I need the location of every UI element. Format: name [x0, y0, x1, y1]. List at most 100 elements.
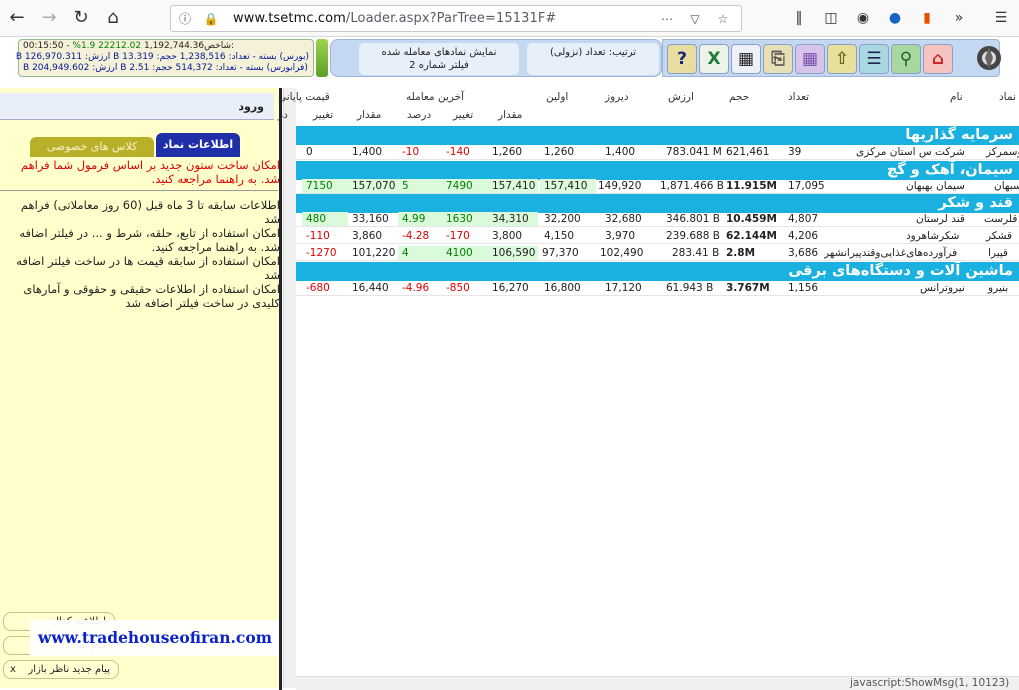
news-price-history: امکان استفاده از سابقه قیمت ها در ساخت ف…: [16, 254, 280, 282]
col-final-change[interactable]: تغییر: [313, 109, 333, 121]
ublock-icon[interactable]: ▮: [916, 8, 938, 28]
star-icon[interactable]: ☆: [713, 9, 733, 29]
cell-name[interactable]: شکرشاهرود: [906, 229, 959, 243]
more-icon[interactable]: ⋯: [657, 9, 677, 29]
home-icon[interactable]: ⌂: [100, 6, 126, 30]
cell-name[interactable]: سیمان بهبهان: [906, 179, 965, 193]
cell-last: 16,270: [492, 282, 529, 294]
tab-private-classes[interactable]: کلاس های خصوصی: [30, 137, 154, 157]
col-last-pct[interactable]: درصد: [407, 109, 431, 121]
cell-symbol[interactable]: بنیرو: [988, 281, 1008, 295]
ticker-status-bar: [316, 39, 328, 77]
market-supervisor-tab[interactable]: x پیام جدید ناظر بازار: [3, 660, 119, 679]
help-icon[interactable]: ?: [667, 44, 697, 74]
menu-icon[interactable]: ☰: [990, 8, 1012, 28]
pocket-icon[interactable]: ▽: [685, 9, 705, 29]
search-icon[interactable]: ⚲: [891, 44, 921, 74]
col-count[interactable]: تعداد: [788, 91, 809, 103]
cell-symbol[interactable]: قلرست: [984, 212, 1017, 226]
farabourse-line: (فرابورس) بسته - تعداد: 514,372 حجم: 2.5…: [23, 63, 308, 73]
cell-symbol[interactable]: قشکر: [986, 229, 1012, 243]
info-icon[interactable]: ⓘ: [175, 9, 195, 29]
back-arrow-icon[interactable]: ←: [4, 6, 30, 30]
col-last-change[interactable]: تغییر: [453, 109, 473, 121]
cell-symbol[interactable]: قپیرا: [988, 246, 1008, 260]
col-final-amount[interactable]: مقدار: [357, 109, 381, 121]
col-final-pct[interactable]: در: [278, 109, 288, 121]
filter-title-line: نمایش نمادهای معامله شده: [381, 47, 497, 58]
cell-name[interactable]: نیروترانس: [920, 281, 965, 295]
tsetmc-logo-icon[interactable]: [975, 40, 1003, 76]
table-row[interactable]: سبهان سیمان بهبهان 17,095 11.915M 1,871.…: [296, 178, 1019, 194]
cell-symbol[interactable]: وسمرکز: [986, 145, 1019, 159]
cell-count: 1,156: [788, 282, 819, 294]
cell-final-change: -110: [306, 230, 330, 242]
news-history: اطلاعات سابقه تا 3 ماه قبل (60 روز معامل…: [20, 198, 280, 226]
cell-final-change: 0: [306, 146, 313, 158]
close-icon[interactable]: x: [10, 661, 16, 678]
cell-final-change: -680: [306, 282, 330, 294]
cell-symbol[interactable]: سبهان: [994, 179, 1019, 193]
table-row[interactable]: وسمرکز شرکت س استان مرکزی 39 621,461 783…: [296, 144, 1019, 160]
cell-count: 4,206: [788, 230, 819, 242]
cell-name[interactable]: فرآورده‌های‌غذایی‌وقندپیرانشهر: [824, 246, 984, 260]
search-doc-icon[interactable]: ⎘: [763, 44, 793, 74]
bourse-line: (بورس) بسته - تعداد: 1,238,516 حجم: 13.3…: [15, 52, 309, 62]
vertical-scrollbar[interactable]: [283, 88, 296, 688]
forward-arrow-icon[interactable]: →: [36, 6, 62, 30]
sort-label[interactable]: ترتیب: تعداد (نزولی): [527, 43, 659, 75]
cell-last-change: 4100: [442, 246, 488, 260]
table-row[interactable]: قشکر شکرشاهرود 4,206 62.144M 239.688 B 3…: [296, 228, 1019, 244]
watermark: www.tradehouseofiran.com: [30, 620, 296, 656]
table-row[interactable]: قلرست قند لرستان 4,807 10.459M 346.801 B…: [296, 211, 1019, 227]
market-ticker: 00:15:50 - %1.9 22212.02 1,192,744.36شاخ…: [15, 39, 314, 77]
document-icon[interactable]: ☰: [859, 44, 889, 74]
cell-last-change: -140: [446, 146, 470, 158]
cell-value: 346.801 B: [666, 213, 720, 225]
grid-icon[interactable]: ▦: [731, 44, 761, 74]
excel-icon[interactable]: X: [699, 44, 729, 74]
filter-panel: نمایش نمادهای معامله شده فیلتر شماره 2 ت…: [330, 39, 662, 77]
filter-title[interactable]: نمایش نمادهای معامله شده فیلتر شماره 2: [359, 43, 519, 75]
url-text[interactable]: www.tsetmc.com/Loader.aspx?ParTree=15131…: [233, 11, 556, 26]
status-bar-text: javascript:ShowMsg(1, 10123): [850, 677, 1010, 689]
table-row[interactable]: بنیرو نیروترانس 1,156 3.767M 61.943 B 17…: [296, 280, 1019, 296]
library-icon[interactable]: ‖: [788, 8, 810, 28]
col-last-trade[interactable]: آخرین معامله: [406, 91, 464, 103]
cell-final: 1,400: [352, 146, 383, 158]
url-bar[interactable]: ⓘ 🔒 www.tsetmc.com/Loader.aspx?ParTree=1…: [170, 5, 742, 32]
upload-icon[interactable]: ⇧: [827, 44, 857, 74]
col-last-amount[interactable]: مقدار: [498, 109, 522, 121]
overflow-icon[interactable]: »: [948, 8, 970, 28]
col-symbol[interactable]: نماد: [999, 91, 1016, 103]
home-page-icon[interactable]: ⌂: [923, 44, 953, 74]
col-yesterday[interactable]: دیروز: [605, 91, 629, 103]
tab-symbol-info[interactable]: اطلاعات نماد: [156, 133, 240, 157]
cell-value: 783.041 M: [666, 146, 722, 158]
cell-volume: 621,461: [726, 146, 770, 158]
table-row[interactable]: قپیرا فرآورده‌های‌غذایی‌وقندپیرانشهر 3,6…: [296, 245, 1019, 261]
col-value[interactable]: ارزش: [668, 91, 694, 103]
addon-icon[interactable]: ●: [884, 8, 906, 28]
calendar-icon[interactable]: ▦: [795, 44, 825, 74]
cell-name[interactable]: شرکت س استان مرکزی: [856, 145, 965, 159]
cell-yesterday: 17,120: [605, 282, 642, 294]
col-first[interactable]: اولین: [546, 91, 568, 103]
sidebar-icon[interactable]: ◫: [820, 8, 842, 28]
col-volume[interactable]: حجم: [729, 91, 749, 103]
reload-icon[interactable]: ↻: [68, 6, 94, 30]
col-final-price[interactable]: قیمت پایانی: [278, 91, 330, 103]
index-line: 00:15:50 - %1.9 22212.02 1,192,744.36شاخ…: [23, 41, 235, 51]
panel-splitter[interactable]: [279, 88, 282, 690]
insecure-lock-icon[interactable]: 🔒: [201, 9, 221, 29]
account-icon[interactable]: ◉: [852, 8, 874, 28]
cell-name[interactable]: قند لرستان: [916, 212, 965, 226]
cell-yesterday: 32,680: [605, 213, 642, 225]
login-link[interactable]: ورود: [0, 93, 274, 120]
cell-final: 157,070: [348, 179, 398, 193]
cell-yesterday: 149,920: [598, 180, 642, 192]
supervisor-message-label: پیام جدید ناظر بازار: [28, 664, 110, 675]
cell-last-change: 7490: [442, 179, 488, 193]
cell-last-change: -170: [446, 230, 470, 242]
col-name[interactable]: نام: [950, 91, 963, 103]
